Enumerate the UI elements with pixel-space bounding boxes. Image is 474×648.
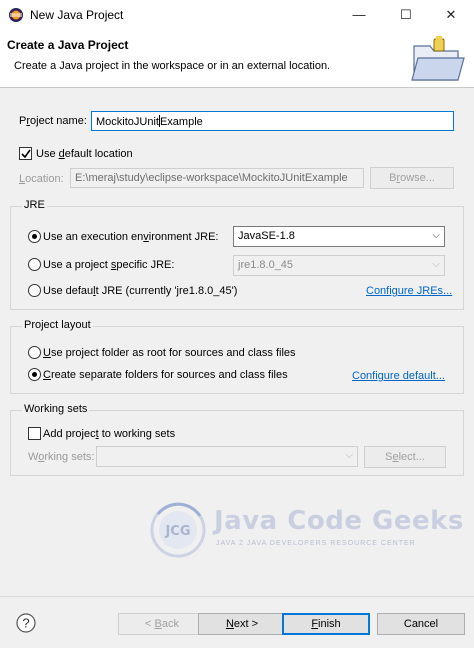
watermark-tagline: JAVA 2 JAVA DEVELOPERS RESOURCE CENTER — [216, 540, 416, 547]
use-default-location-label[interactable]: Use default location — [36, 148, 133, 160]
svg-text:?: ? — [22, 616, 29, 631]
working-sets-group-title: Working sets — [22, 403, 90, 415]
jre-execution-env-radio[interactable] — [28, 230, 41, 243]
configure-default-link[interactable]: Configure default... — [352, 370, 445, 382]
project-name-label: Project name: — [19, 115, 87, 127]
footer-separator — [0, 596, 474, 597]
use-default-location-checkbox[interactable] — [19, 147, 32, 160]
jre-group-title: JRE — [22, 199, 47, 211]
working-sets-label: Working sets: — [28, 451, 95, 463]
layout-root-radio[interactable] — [28, 346, 41, 359]
project-layout-group — [10, 326, 464, 394]
java-code-geeks-watermark: JCG Java Code Geeks JAVA 2 JAVA DEVELOPE… — [150, 500, 463, 560]
window-title: New Java Project — [30, 8, 124, 22]
layout-separate-label[interactable]: Create separate folders for sources and … — [43, 369, 288, 381]
jre-default-label[interactable]: Use default JRE (currently 'jre1.8.0_45'… — [43, 285, 237, 297]
browse-button[interactable]: Browse... — [370, 167, 454, 189]
new-project-folder-icon — [411, 36, 465, 81]
add-to-working-sets-label[interactable]: Add project to working sets — [43, 428, 175, 440]
svg-text:JCG: JCG — [164, 524, 190, 539]
chevron-down-icon: ⌵ — [432, 259, 440, 270]
add-to-working-sets-checkbox[interactable] — [28, 427, 41, 440]
wizard-heading: Create a Java Project — [7, 38, 129, 52]
jre-project-specific-radio[interactable] — [28, 258, 41, 271]
jre-execution-env-label[interactable]: Use an execution environment JRE: — [43, 231, 219, 243]
cancel-button[interactable]: Cancel — [377, 613, 465, 635]
wizard-description: Create a Java project in the workspace o… — [14, 60, 331, 72]
wizard-banner: Create a Java Project Create a Java proj… — [0, 30, 474, 88]
location-input[interactable]: E:\meraj\study\eclipse-workspace\Mockito… — [70, 168, 364, 188]
checkmark-icon — [21, 149, 31, 159]
project-specific-jre-select[interactable]: jre1.8.0_45 ⌵ — [233, 255, 445, 276]
execution-env-select[interactable]: JavaSE-1.8 ⌵ — [233, 226, 445, 247]
layout-separate-radio[interactable] — [28, 368, 41, 381]
jcg-logo-icon: JCG — [150, 502, 206, 558]
location-label: Location: — [19, 173, 64, 185]
chevron-down-icon: ⌵ — [345, 450, 353, 461]
next-button[interactable]: Next > — [198, 613, 286, 635]
chevron-down-icon: ⌵ — [432, 230, 440, 241]
watermark-wordmark: Java Code Geeks — [214, 506, 464, 536]
layout-root-label[interactable]: Use project folder as root for sources a… — [43, 347, 296, 359]
project-layout-group-title: Project layout — [22, 319, 93, 331]
jre-project-specific-label[interactable]: Use a project specific JRE: — [43, 259, 174, 271]
project-name-input[interactable]: MockitoJUnitExample — [91, 111, 454, 131]
configure-jres-link[interactable]: Configure JREs... — [366, 285, 452, 297]
title-bar: New Java Project — ☐ ✕ — [0, 0, 474, 30]
eclipse-app-icon — [9, 8, 23, 22]
select-working-sets-button[interactable]: Select... — [364, 446, 446, 468]
jre-default-radio[interactable] — [28, 284, 41, 297]
help-icon[interactable]: ? — [16, 613, 36, 633]
close-button[interactable]: ✕ — [428, 0, 474, 30]
working-sets-select[interactable]: ⌵ — [96, 446, 358, 467]
finish-button[interactable]: Finish — [282, 613, 370, 635]
maximize-button[interactable]: ☐ — [383, 0, 429, 30]
minimize-button[interactable]: — — [336, 0, 382, 30]
back-button[interactable]: < Back — [118, 613, 206, 635]
